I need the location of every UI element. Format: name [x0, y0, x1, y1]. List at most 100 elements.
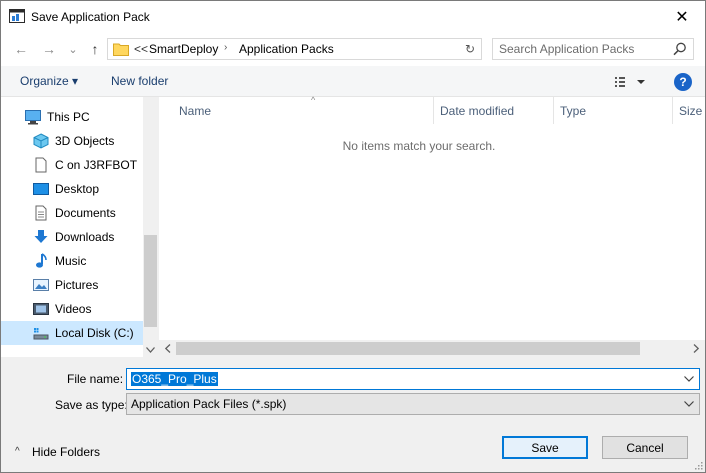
sidebar-item-label: Music — [55, 254, 87, 268]
chevron-left-icon — [165, 344, 171, 353]
sidebar-item-videos[interactable]: Videos — [1, 297, 143, 321]
search-input[interactable] — [499, 41, 669, 57]
sidebar-item-downloads[interactable]: Downloads — [1, 225, 143, 249]
breadcrumb-smartdeploy[interactable]: SmartDeploy — [149, 42, 218, 56]
column-header-size[interactable]: Size — [673, 97, 705, 124]
videos-icon — [33, 303, 49, 315]
sidebar-item-label: Documents — [55, 206, 116, 220]
chevron-down-icon: ⌄ — [68, 43, 78, 56]
recent-locations-button[interactable]: ⌄ — [65, 40, 81, 58]
breadcrumb-separator[interactable]: › — [224, 42, 227, 53]
sidebar-item-documents[interactable]: Documents — [1, 201, 143, 225]
navigation-pane-scrollbar[interactable] — [143, 97, 158, 357]
forward-button[interactable]: → — [41, 40, 57, 58]
details-view-icon — [615, 77, 625, 87]
sidebar-item-this-pc[interactable]: This PC — [1, 105, 143, 129]
file-list-scrollbar[interactable] — [159, 340, 705, 357]
refresh-icon: ↻ — [464, 42, 476, 56]
sidebar-item-label: This PC — [47, 110, 90, 124]
sidebar-item-label: 3D Objects — [55, 134, 115, 148]
scroll-left-button[interactable] — [163, 343, 173, 354]
sidebar-item-local-disk-c[interactable]: Local Disk (C:) — [1, 321, 143, 345]
document-icon — [35, 157, 47, 173]
music-icon — [36, 253, 47, 268]
sidebar-item-music[interactable]: Music — [1, 249, 143, 273]
sidebar-item-3d-objects[interactable]: 3D Objects — [1, 129, 143, 153]
sidebar-item-label: Local Disk (C:) — [55, 326, 134, 340]
search-box[interactable] — [492, 38, 694, 60]
download-icon — [34, 230, 48, 243]
file-list: Name ^ Date modified Type Size No items … — [159, 95, 705, 357]
back-button[interactable]: ← — [13, 40, 29, 58]
organize-menu-button[interactable]: Organize ▾ — [20, 74, 78, 88]
documents-icon — [35, 205, 47, 221]
close-icon: ✕ — [675, 8, 689, 26]
change-view-button[interactable] — [613, 73, 647, 91]
column-header-date-modified[interactable]: Date modified — [434, 97, 554, 124]
hide-folders-label: Hide Folders — [32, 445, 101, 459]
file-name-value[interactable]: O365_Pro_Plus — [131, 372, 218, 386]
window-title: Save Application Pack — [31, 10, 150, 24]
chevron-up-icon: ^ — [15, 446, 20, 457]
sidebar-item-label: C on J3RFBOT — [55, 158, 138, 172]
arrow-up-icon: ↑ — [91, 41, 99, 57]
column-header-type[interactable]: Type — [554, 97, 673, 124]
drive-icon — [33, 328, 49, 340]
chevron-right-icon — [693, 344, 699, 353]
refresh-button[interactable]: ↻ — [461, 40, 479, 58]
save-as-type-label: Save as type: — [55, 398, 128, 412]
scroll-down-button[interactable] — [145, 344, 156, 355]
arrow-right-icon: → — [42, 41, 56, 57]
pictures-icon — [33, 279, 49, 291]
cube-icon — [33, 133, 49, 149]
sidebar-item-desktop[interactable]: Desktop — [1, 177, 143, 201]
help-button[interactable]: ? — [674, 73, 692, 91]
breadcrumb-overflow[interactable]: << — [134, 42, 148, 56]
column-label: Date modified — [440, 104, 515, 118]
file-name-label: File name: — [67, 372, 124, 386]
scroll-right-button[interactable] — [691, 343, 701, 354]
sidebar-item-pictures[interactable]: Pictures — [1, 273, 143, 297]
empty-list-message: No items match your search. — [342, 139, 496, 153]
arrow-left-icon: ← — [14, 41, 28, 57]
column-label: Name — [179, 104, 212, 118]
up-button[interactable]: ↑ — [87, 40, 103, 58]
column-header-name[interactable]: Name ^ — [173, 95, 434, 124]
search-icon[interactable] — [673, 42, 687, 56]
folder-icon — [113, 43, 129, 56]
cancel-button[interactable]: Cancel — [602, 436, 688, 459]
navigation-bar: ← → ⌄ ↑ << SmartDeploy › Application Pac… — [1, 32, 705, 66]
column-label: Size — [679, 104, 703, 118]
chevron-down-icon — [684, 376, 694, 382]
address-bar[interactable]: << SmartDeploy › Application Packs ↻ — [107, 38, 482, 60]
sidebar-item-label: Downloads — [55, 230, 115, 244]
sort-ascending-icon: ^ — [311, 95, 316, 105]
computer-icon — [25, 110, 41, 125]
save-dialog: Save Application Pack ✕ ← → ⌄ ↑ << Smart… — [0, 0, 706, 473]
column-label: Type — [560, 104, 587, 118]
sidebar-item-label: Pictures — [55, 278, 99, 292]
save-as-type-value: Application Pack Files (*.spk) — [131, 397, 287, 411]
save-as-type-select[interactable]: Application Pack Files (*.spk) — [126, 393, 700, 415]
chevron-down-icon — [146, 346, 155, 353]
sidebar-item-label: Desktop — [55, 182, 100, 196]
app-window-icon — [9, 9, 25, 23]
chevron-down-icon — [637, 80, 645, 84]
title-bar: Save Application Pack ✕ — [1, 1, 705, 32]
file-name-input[interactable]: O365_Pro_Plus — [126, 368, 700, 390]
chevron-down-icon — [684, 401, 694, 407]
save-button[interactable]: Save — [502, 436, 588, 459]
resize-grip-icon[interactable] — [693, 460, 703, 470]
sidebar-item-c-on-j3rfbot[interactable]: C on J3RFBOT — [1, 153, 143, 177]
command-bar: Organize ▾ New folder ? — [1, 66, 705, 97]
scrollbar-thumb[interactable] — [176, 342, 640, 355]
scrollbar-thumb[interactable] — [144, 235, 157, 327]
file-name-dropdown-button[interactable] — [683, 373, 695, 385]
sidebar-item-label: Videos — [55, 302, 92, 316]
desktop-icon — [33, 183, 49, 195]
breadcrumb-application-packs[interactable]: Application Packs — [239, 42, 334, 56]
navigation-pane: This PC 3D Objects C on J3RFBOT Desktop — [1, 97, 158, 357]
new-folder-button[interactable]: New folder — [111, 74, 168, 88]
save-as-type-dropdown-button[interactable] — [683, 398, 695, 410]
close-button[interactable]: ✕ — [659, 1, 705, 32]
